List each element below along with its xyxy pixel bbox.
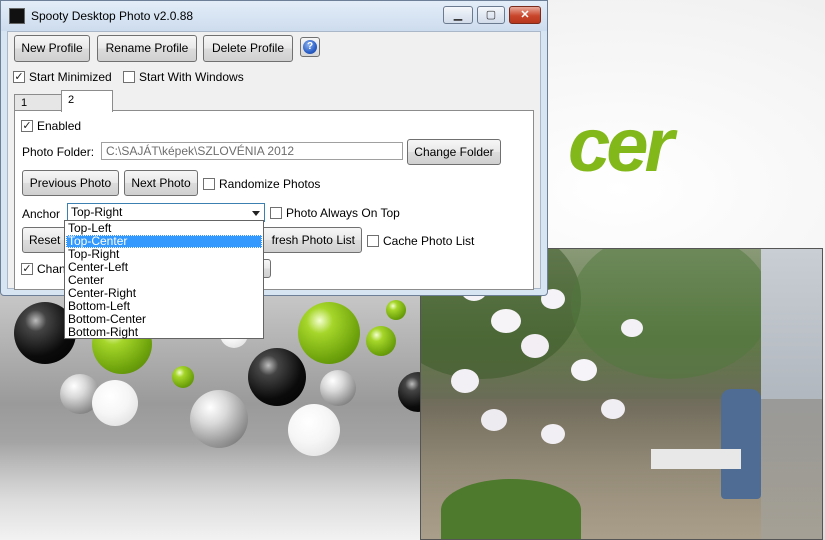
photo-table (651, 449, 741, 469)
change-label: Chan (37, 262, 66, 276)
start-minimized-label: Start Minimized (29, 70, 112, 84)
change-folder-button[interactable]: Change Folder (407, 139, 501, 165)
orchid-flower (601, 399, 625, 419)
maximize-button[interactable]: ▢ (477, 6, 505, 24)
brand-logo: cer (568, 103, 674, 188)
start-with-windows-checkbox[interactable]: Start With Windows (123, 70, 244, 84)
app-icon (9, 8, 25, 24)
black-sphere (248, 348, 306, 406)
orchid-flower (451, 369, 479, 393)
cache-photo-list-checkbox[interactable]: Cache Photo List (367, 234, 474, 248)
silver-sphere (190, 390, 248, 448)
rename-profile-button[interactable]: Rename Profile (97, 35, 197, 62)
checkbox-checked-icon: ✓ (13, 71, 25, 83)
close-button[interactable]: ✕ (509, 6, 541, 24)
orchid-flower (521, 334, 549, 358)
green-sphere (386, 300, 406, 320)
new-profile-button[interactable]: New Profile (14, 35, 90, 62)
checkbox-unchecked-icon (367, 235, 379, 247)
anchor-option-bottom-right[interactable]: Bottom-Right (66, 326, 262, 339)
change-checkbox[interactable]: ✓ Chan (21, 262, 66, 276)
photo-leaves (441, 479, 581, 539)
randomize-photos-checkbox[interactable]: Randomize Photos (203, 177, 320, 191)
start-minimized-checkbox[interactable]: ✓ Start Minimized (13, 70, 112, 84)
photo-always-on-top-label: Photo Always On Top (286, 206, 400, 220)
help-button[interactable]: ? (300, 37, 320, 57)
enabled-checkbox[interactable]: ✓ Enabled (21, 119, 81, 133)
cache-photo-list-label: Cache Photo List (383, 234, 475, 248)
white-sphere (92, 380, 138, 426)
checkbox-unchecked-icon (203, 178, 215, 190)
anchor-selected-value: Top-Right (71, 205, 123, 219)
photo-foliage (571, 249, 771, 379)
checkbox-unchecked-icon (123, 71, 135, 83)
orchid-flower (621, 319, 643, 337)
title-bar[interactable]: Spooty Desktop Photo v2.0.88 ▁ ▢ ✕ (1, 1, 547, 31)
minimize-button[interactable]: ▁ (443, 6, 473, 24)
help-icon: ? (303, 40, 317, 54)
photo-person (721, 389, 761, 499)
checkbox-checked-icon: ✓ (21, 263, 33, 275)
enabled-label: Enabled (37, 119, 82, 133)
checkbox-unchecked-icon (270, 207, 282, 219)
tab-profile-1[interactable]: 1 (14, 94, 62, 111)
window-title: Spooty Desktop Photo v2.0.88 (31, 9, 194, 23)
checkbox-checked-icon: ✓ (21, 120, 33, 132)
green-sphere (172, 366, 194, 388)
orchid-flower (491, 309, 521, 333)
anchor-label: Anchor (22, 207, 61, 221)
photo-always-on-top-checkbox[interactable]: Photo Always On Top (270, 206, 400, 220)
orchid-flower (481, 409, 507, 431)
green-sphere (298, 302, 360, 364)
previous-photo-button[interactable]: Previous Photo (22, 170, 119, 196)
chevron-down-icon (252, 211, 260, 216)
silver-sphere (320, 370, 356, 406)
orchid-flower (571, 359, 597, 381)
orchid-flower (541, 424, 565, 444)
photo-folder-label: Photo Folder: (22, 145, 95, 159)
anchor-dropdown-list: Top-Left Top-Center Top-Right Center-Lef… (64, 220, 264, 339)
refresh-photo-list-button[interactable]: fresh Photo List (261, 227, 362, 253)
photo-folder-field[interactable]: C:\SAJÁT\képek\SZLOVÉNIA 2012 (101, 142, 403, 160)
start-with-windows-label: Start With Windows (139, 70, 244, 84)
tab-profile-2[interactable]: 2 (61, 90, 113, 112)
white-sphere (288, 404, 340, 456)
randomize-photos-label: Randomize Photos (219, 177, 321, 191)
green-sphere (366, 326, 396, 356)
delete-profile-button[interactable]: Delete Profile (203, 35, 293, 62)
next-photo-button[interactable]: Next Photo (124, 170, 198, 196)
